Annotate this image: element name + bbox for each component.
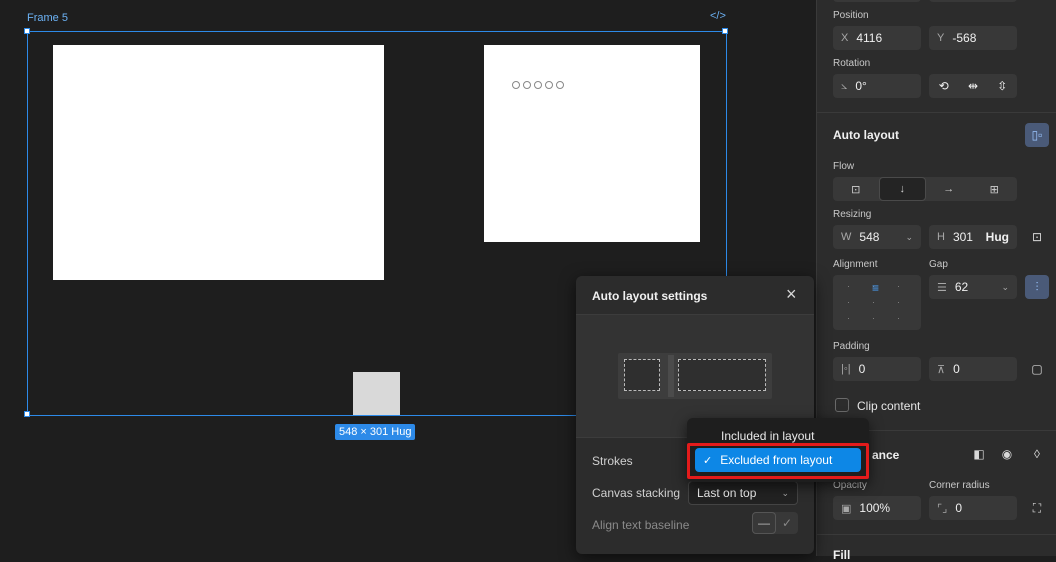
preview-item-1 xyxy=(624,359,660,391)
flow-segmented-control: ⊡ ↓ → ⊞ xyxy=(833,177,1017,201)
child-square[interactable] xyxy=(353,372,400,415)
position-y-field[interactable]: Y -568 xyxy=(929,26,1017,50)
code-icon[interactable]: </> xyxy=(710,10,726,22)
pagination-dots xyxy=(512,81,567,89)
resize-constraints-icon[interactable]: ⊡ xyxy=(1025,225,1049,249)
gap-field[interactable]: ☰ 62 ⌄ xyxy=(929,275,1017,299)
clip-content-label: Clip content xyxy=(857,399,921,413)
corner-radius-label: Corner radius xyxy=(929,480,990,491)
angle-icon: ⦣ xyxy=(841,79,848,92)
auto-layout-title: Auto layout xyxy=(833,128,899,142)
flow-free-icon[interactable]: ⊡ xyxy=(833,177,879,201)
align-center-icon: ≡ xyxy=(872,281,880,295)
transform-buttons: ⟲ ⇹ ⇳ xyxy=(929,74,1017,98)
gap-label: Gap xyxy=(929,259,948,270)
resize-handle-top-left[interactable] xyxy=(24,28,30,34)
auto-layout-settings-popup: Auto layout settings × Strokes Canvas st… xyxy=(576,276,814,554)
rotation-label: Rotation xyxy=(833,58,871,69)
frame-label[interactable]: Frame 5 xyxy=(27,12,68,24)
position-label: Position xyxy=(833,10,869,21)
flip-vertical-icon[interactable]: ⇳ xyxy=(997,79,1007,93)
strokes-label: Strokes xyxy=(592,454,633,468)
canvas-stacking-label: Canvas stacking xyxy=(592,486,681,500)
padding-vertical-field[interactable]: ⊼ 0 xyxy=(929,357,1017,381)
fill-title: Fill xyxy=(833,548,851,562)
auto-layout-toggle-icon[interactable]: ▯▫ xyxy=(1025,123,1049,147)
alignment-grid[interactable]: ··· ··· ··· ≡ xyxy=(833,275,921,330)
preview-item-2 xyxy=(678,359,766,391)
preview-gap xyxy=(668,355,674,397)
opacity-field[interactable]: ▣ 100% xyxy=(833,496,921,520)
layout-settings-icon[interactable]: ⫶ xyxy=(1025,275,1049,299)
chevron-down-icon: ⌄ xyxy=(905,231,913,242)
independent-corners-icon[interactable]: ⛶ xyxy=(1025,496,1049,520)
opacity-icon: ▣ xyxy=(841,502,852,515)
flow-grid-icon[interactable]: ⊞ xyxy=(972,177,1018,201)
canvas-stacking-select[interactable]: Last on top ⌄ xyxy=(688,481,798,505)
position-x-field[interactable]: X 4116 xyxy=(833,26,921,50)
chevron-down-icon: ⌄ xyxy=(1001,281,1009,292)
flow-vertical-icon[interactable]: ↓ xyxy=(878,177,926,201)
preview-container xyxy=(618,353,772,399)
divider xyxy=(817,534,1056,535)
popup-title: Auto layout settings xyxy=(592,289,708,303)
height-field[interactable]: H 301 Hug xyxy=(929,225,1017,249)
size-badge: 548 × 301 Hug xyxy=(335,424,416,440)
child-rectangle-large[interactable] xyxy=(53,45,384,280)
drop-icon[interactable]: ◊ xyxy=(1025,442,1049,466)
rotate-icon[interactable]: ⟲ xyxy=(939,79,949,93)
flow-label: Flow xyxy=(833,161,855,172)
flip-horizontal-icon[interactable]: ⇹ xyxy=(968,79,978,93)
eye-icon[interactable]: ◉ xyxy=(995,442,1019,466)
gap-icon: ☰ xyxy=(937,281,947,294)
padding-horizontal-field[interactable]: |◦| 0 xyxy=(833,357,921,381)
padding-vertical-icon: ⊼ xyxy=(937,363,946,376)
close-icon[interactable]: × xyxy=(786,284,797,305)
individual-padding-icon[interactable]: ▢ xyxy=(1025,357,1049,381)
padding-horizontal-icon: |◦| xyxy=(841,363,851,375)
child-rectangle-card[interactable] xyxy=(484,45,700,242)
width-field[interactable]: W 548 ⌄ xyxy=(833,225,921,249)
styles-icon[interactable]: ◧ xyxy=(967,442,991,466)
chevron-down-icon: ⌄ xyxy=(781,487,789,498)
field-top-partial-2 xyxy=(929,0,1017,2)
highlight-box xyxy=(687,443,869,479)
check-icon: ✓ xyxy=(781,516,793,530)
flow-horizontal-icon[interactable]: → xyxy=(926,177,972,201)
padding-label: Padding xyxy=(833,341,870,352)
baseline-toggle[interactable]: — ✓ xyxy=(752,512,798,534)
alignment-label: Alignment xyxy=(833,259,878,270)
menu-item-included[interactable]: Included in layout xyxy=(721,429,814,443)
corner-radius-icon: ⌜⌟ xyxy=(937,502,948,515)
field-top-partial-1 xyxy=(833,0,921,2)
resizing-label: Resizing xyxy=(833,209,872,220)
resize-handle-top-right[interactable] xyxy=(722,28,728,34)
clip-content-checkbox[interactable] xyxy=(835,398,849,412)
rotation-field[interactable]: ⦣ 0° xyxy=(833,74,921,98)
dash-icon: — xyxy=(752,512,776,534)
align-text-baseline-label: Align text baseline xyxy=(592,518,690,532)
corner-radius-field[interactable]: ⌜⌟ 0 xyxy=(929,496,1017,520)
resize-handle-bottom-left[interactable] xyxy=(24,411,30,417)
divider xyxy=(817,112,1056,113)
appearance-title: ance xyxy=(872,448,900,462)
